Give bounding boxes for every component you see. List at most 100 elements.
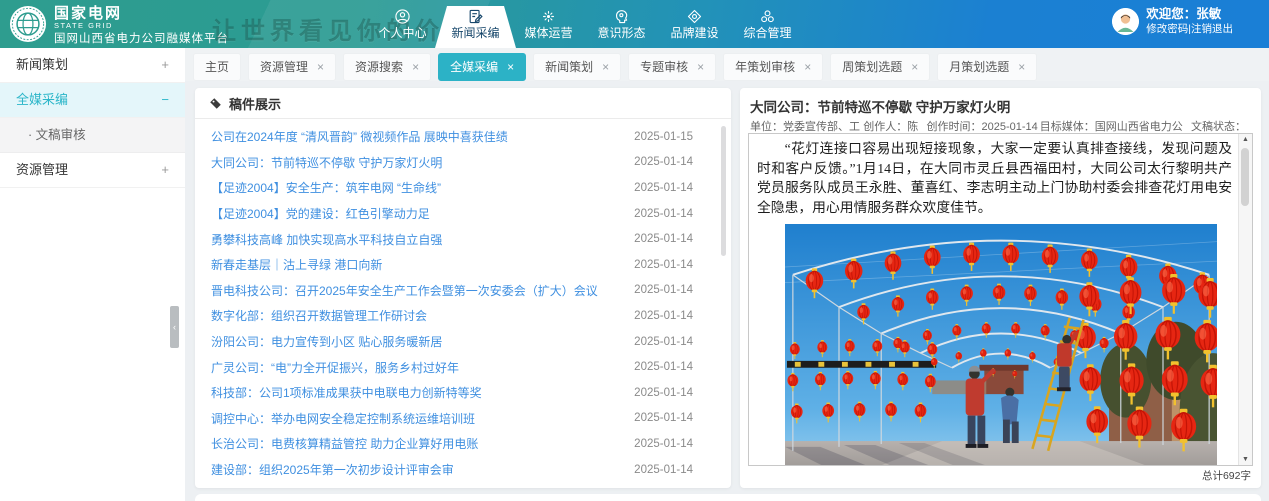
sidebar-subitem-label: 文稿审核 <box>36 128 86 142</box>
main-nav: 个人中心 新闻采编 媒体运营 意识形态 <box>366 0 804 48</box>
article-list-item[interactable]: 晋电科技公司：召开2025年安全生产工作会暨第一次安委会（扩大）会议2025-0… <box>195 278 731 304</box>
tab-omnimedia-editing[interactable]: 全媒采编 × <box>438 53 526 81</box>
article-list-item[interactable]: 广灵公司：“电”力全开促振兴，服务乡村过好年 2025-01-14 <box>195 354 731 380</box>
article-list-item[interactable]: 公司在2024年度 “清风晋韵” 微视频作品 展映中喜获佳绩 2025-01-15 <box>195 124 731 150</box>
article-date: 2025-01-14 <box>634 259 693 271</box>
article-list-item[interactable]: 勇攀科技高峰 加快实现高水平科技自立自强 2025-01-14 <box>195 226 731 252</box>
sidebar-item-omnimedia-editing[interactable]: 全媒采编 − <box>0 83 185 118</box>
tab-weekly-topic-selection[interactable]: 周策划选题× <box>830 53 930 81</box>
sidebar-item-resource-management[interactable]: 资源管理 + <box>0 153 185 188</box>
sidebar-collapse-handle[interactable]: ‹ <box>170 306 179 348</box>
article-list-item[interactable]: 科技部：公司1项标准成果获中电联电力创新特等奖 2025-01-14 <box>195 380 731 406</box>
article-date: 2025-01-14 <box>634 336 693 348</box>
brand-logo: 国家电网 STATE GRID 国网山西省电力公司融媒体平台 <box>9 5 229 47</box>
nav-item-brand-building[interactable]: 品牌建设 <box>658 0 731 48</box>
close-tab-icon[interactable]: × <box>804 61 811 73</box>
user-icon <box>394 8 411 25</box>
article-list-item[interactable]: 大同公司：节前特巡不停歇 守护万家灯火明 2025-01-14 <box>195 150 731 176</box>
article-list-title: 稿件展示 <box>229 94 281 113</box>
article-title: 大同公司：节前特巡不停歇 守护万家灯火明 <box>740 88 1261 118</box>
brand-icon <box>686 8 703 25</box>
article-link[interactable]: 建设部：组织2025年第一次初步设计评审会审 <box>211 461 454 478</box>
close-tab-icon[interactable]: × <box>911 61 918 73</box>
sidebar-item-news-planning[interactable]: 新闻策划 + <box>0 48 185 83</box>
tab-annual-plan-review[interactable]: 年策划审核 × <box>723 53 823 81</box>
brand-title: 国家电网 <box>54 6 229 21</box>
list-scrollbar-thumb[interactable] <box>721 126 726 256</box>
change-password-link[interactable]: 修改密码 <box>1146 23 1188 35</box>
article-list-item[interactable]: 长治公司：电费核算精益管控 助力企业算好用电账 2025-01-14 <box>195 431 731 457</box>
article-list-item[interactable]: 汾阳公司：电力宣传到小区 贴心服务暖新居 2025-01-14 <box>195 329 731 355</box>
article-link[interactable]: 晋电科技公司：召开2025年安全生产工作会暨第一次安委会（扩大）会议 <box>211 282 598 299</box>
article-link[interactable]: 【足迹2004】安全生产：筑牢电网 “生命线” <box>211 179 441 196</box>
tab-monthly-topic-selection[interactable]: 月策划选题× <box>937 53 1037 81</box>
article-list-panel: 稿件展示 公司在2024年度 “清风晋韵” 微视频作品 展映中喜获佳绩 2025-… <box>195 88 731 488</box>
news-edit-icon <box>467 8 484 25</box>
close-tab-icon[interactable]: × <box>602 61 609 73</box>
tab-resource-management[interactable]: 资源管理× <box>248 53 336 81</box>
tab-label: 全媒采编 <box>450 54 498 80</box>
close-tab-icon[interactable]: × <box>412 61 419 73</box>
close-tab-icon[interactable]: × <box>507 61 514 73</box>
nav-item-general-admin[interactable]: 综合管理 <box>731 0 804 48</box>
nav-item-ideology[interactable]: 意识形态 <box>585 0 658 48</box>
admin-icon <box>759 8 776 25</box>
article-link[interactable]: 【足迹2004】党的建设：红色引擎动力足 <box>211 205 430 222</box>
tab-topic-review[interactable]: 专题审核× <box>628 53 716 81</box>
sidebar: 新闻策划 + 全媒采编 − · 文稿审核 资源管理 + <box>0 48 185 501</box>
tab-resource-search[interactable]: 资源搜索× <box>343 53 431 81</box>
word-count: 总计692字 <box>1202 468 1251 483</box>
tab-label: 新闻策划 <box>545 54 593 80</box>
close-tab-icon[interactable]: × <box>697 61 704 73</box>
article-list-item[interactable]: 数字化部：组织召开数据管理工作研讨会2025-01-14 <box>195 303 731 329</box>
article-date: 2025-01-14 <box>634 208 693 220</box>
collapse-minus-icon: − <box>161 83 169 117</box>
content-scrollbar-thumb[interactable] <box>1241 148 1249 206</box>
scroll-down-icon[interactable]: ▼ <box>1239 456 1252 463</box>
content-scrollbar[interactable]: ▲ ▼ <box>1238 134 1252 465</box>
nav-item-media-operation[interactable]: 媒体运营 <box>512 0 585 48</box>
nav-item-personal-center[interactable]: 个人中心 <box>366 0 439 48</box>
ideology-icon <box>613 8 630 25</box>
article-content-box: “花灯连接口容易出现短接现象，大家一定要认真排查接线，发现问题及时和客户反馈。”… <box>748 133 1253 466</box>
article-link[interactable]: 数字化部：组织召开数据管理工作研讨会 <box>211 307 427 324</box>
article-date: 2025-01-14 <box>634 361 693 373</box>
tab-home[interactable]: 主页 <box>193 53 241 81</box>
scroll-up-icon[interactable]: ▲ <box>1239 136 1252 143</box>
article-link[interactable]: 调控中心：举办电网安全稳定控制系统运维培训班 <box>211 410 475 427</box>
article-date: 2025-01-14 <box>634 387 693 399</box>
tab-label: 年策划审核 <box>735 54 795 80</box>
article-list-item[interactable]: 【足迹2004】安全生产：筑牢电网 “生命线”2025-01-14 <box>195 175 731 201</box>
article-link[interactable]: 新春走基层｜沽上寻绿 港口向新 <box>211 256 382 273</box>
article-list-item[interactable]: 建设部：组织2025年第一次初步设计评审会审2025-01-14 <box>195 457 731 483</box>
close-tab-icon[interactable]: × <box>1018 61 1025 73</box>
article-link[interactable]: 长治公司：电费核算精益管控 助力企业算好用电账 <box>211 435 478 452</box>
close-tab-icon[interactable]: × <box>317 61 324 73</box>
article-date: 2025-01-14 <box>634 438 693 450</box>
platform-name: 国网山西省电力公司融媒体平台 <box>54 32 229 47</box>
open-tabs-bar: 主页 资源管理× 资源搜索× 全媒采编× 新闻策划× 专题审核× 年策划审核× … <box>185 48 1269 81</box>
sidebar-subitem-draft-review[interactable]: · 文稿审核 <box>0 118 185 153</box>
article-detail-panel: 大同公司：节前特巡不停歇 守护万家灯火明 单位：党委宣传部、工会、团委 创作人：… <box>740 88 1261 488</box>
article-date: 2025-01-14 <box>634 412 693 424</box>
top-header: 国家电网 STATE GRID 国网山西省电力公司融媒体平台 让世界看见你的价值… <box>0 0 1269 48</box>
bottom-panel-edge <box>195 494 1261 501</box>
collapse-arrow-icon: ‹ <box>173 322 176 332</box>
article-link[interactable]: 大同公司：节前特巡不停歇 守护万家灯火明 <box>211 154 442 171</box>
article-date: 2025-01-14 <box>634 233 693 245</box>
sidebar-item-label: 资源管理 <box>16 153 68 187</box>
tab-news-planning[interactable]: 新闻策划 × <box>533 53 621 81</box>
article-link[interactable]: 勇攀科技高峰 加快实现高水平科技自立自强 <box>211 231 442 248</box>
article-list-item[interactable]: 新春走基层｜沽上寻绿 港口向新 2025-01-14 <box>195 252 731 278</box>
nav-item-news-editing[interactable]: 新闻采编 <box>439 0 512 48</box>
article-list-item[interactable]: 【足迹2004】党的建设：红色引擎动力足 2025-01-14 <box>195 201 731 227</box>
article-link[interactable]: 科技部：公司1项标准成果获中电联电力创新特等奖 <box>211 384 482 401</box>
article-date: 2025-01-14 <box>634 156 693 168</box>
article-link[interactable]: 汾阳公司：电力宣传到小区 贴心服务暖新居 <box>211 333 442 350</box>
article-list-header: 稿件展示 <box>195 88 731 119</box>
article-list-item[interactable]: 调控中心：举办电网安全稳定控制系统运维培训班 2025-01-14 <box>195 406 731 432</box>
article-date: 2025-01-15 <box>634 131 693 143</box>
article-link[interactable]: 公司在2024年度 “清风晋韵” 微视频作品 展映中喜获佳绩 <box>211 128 508 145</box>
article-link[interactable]: 广灵公司：“电”力全开促振兴，服务乡村过好年 <box>211 359 459 376</box>
logout-link[interactable]: 注销退出 <box>1191 23 1233 35</box>
